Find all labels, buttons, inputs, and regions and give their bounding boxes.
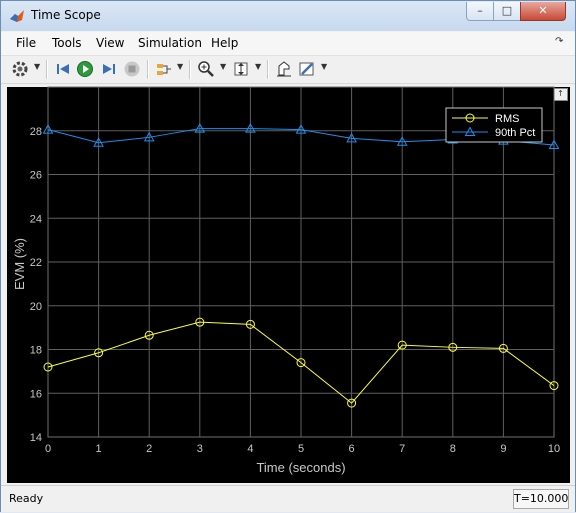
evm-chart: 0 1 2 3 4 5 6 7 8 9 10 14 16 18 20 22 24 26 28 Time (secon… [12, 86, 560, 475]
x-tick-label: 5 [298, 443, 304, 455]
y-tick-label: 26 [30, 170, 42, 182]
x-tick-label: 9 [500, 443, 506, 455]
x-tick-label: 1 [96, 443, 102, 455]
status-text: Ready [9, 492, 44, 505]
legend-label-90th: 90th Pct [495, 127, 535, 139]
x-axis-label: Time (seconds) [256, 460, 345, 475]
x-tick-label: 3 [197, 443, 203, 455]
y-tick-label: 20 [30, 301, 42, 313]
y-tick-label: 18 [30, 345, 42, 357]
simulation-time: T=10.000 [513, 489, 569, 509]
status-bar: Ready T=10.000 [1, 485, 575, 512]
x-tick-label: 10 [548, 443, 560, 455]
y-tick-label: 16 [30, 388, 42, 400]
time-scope-window: Time Scope – □ ✕ File Tools View Simulat… [0, 0, 576, 512]
y-tick-label: 22 [30, 257, 42, 269]
legend: RMS 90th Pct [445, 107, 543, 143]
legend-label-rms: RMS [495, 113, 519, 125]
x-tick-label: 2 [146, 443, 152, 455]
x-tick-label: 4 [247, 443, 253, 455]
x-tick-label: 0 [45, 443, 51, 455]
y-axis-label: EVM (%) [12, 238, 27, 290]
x-tick-label: 7 [399, 443, 405, 455]
x-tick-label: 6 [349, 443, 355, 455]
x-tick-label: 8 [450, 443, 456, 455]
y-tick-label: 24 [30, 213, 42, 225]
y-tick-label: 14 [30, 432, 42, 444]
y-tick-label: 28 [30, 126, 42, 138]
